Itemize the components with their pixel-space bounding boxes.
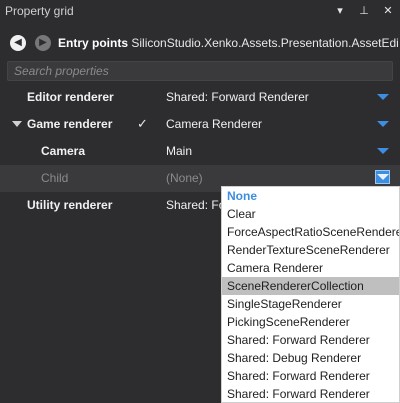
panel-title: Property grid: [5, 4, 74, 18]
property-label: Game renderer: [27, 117, 113, 131]
back-arrow-icon: ◀: [14, 37, 22, 48]
search-input[interactable]: [8, 62, 392, 80]
dropdown-arrow-icon[interactable]: [376, 145, 390, 157]
panel-titlebar: Property grid ▾ ⊥ ✕: [0, 0, 400, 22]
breadcrumb-path: SiliconStudio.Xenko.Assets.Presentation.…: [131, 36, 398, 50]
breadcrumb: Entry points SiliconStudio.Xenko.Assets.…: [58, 36, 398, 50]
property-value[interactable]: (None): [166, 171, 203, 185]
dropdown-option[interactable]: RenderTextureSceneRenderer: [222, 241, 399, 259]
dropdown-arrow-icon[interactable]: [375, 170, 390, 184]
property-label: Utility renderer: [27, 198, 113, 212]
property-value[interactable]: Main: [166, 144, 192, 158]
dropdown-arrow-icon[interactable]: [376, 118, 390, 130]
back-button[interactable]: ◀: [10, 35, 26, 51]
chevron-down-icon[interactable]: ▾: [334, 3, 346, 19]
renderer-dropdown-list: None Clear ForceAspectRatioSceneRenderer…: [221, 186, 400, 403]
expander-icon[interactable]: [12, 121, 22, 127]
dropdown-option[interactable]: Shared: Debug Renderer: [222, 349, 399, 367]
property-value[interactable]: Camera Renderer: [166, 117, 262, 131]
dropdown-option[interactable]: SceneRendererCollection: [222, 277, 399, 295]
enabled-checkbox[interactable]: ✓: [137, 117, 148, 131]
forward-button[interactable]: ▶: [35, 35, 51, 51]
property-label: Camera: [41, 144, 86, 158]
dropdown-option[interactable]: ForceAspectRatioSceneRenderer: [222, 223, 399, 241]
dropdown-option[interactable]: Clear: [222, 205, 399, 223]
property-row-editor-renderer: Editor renderer Shared: Forward Renderer: [0, 84, 400, 111]
dropdown-option[interactable]: Shared: Forward Renderer: [222, 331, 399, 349]
dropdown-option[interactable]: PickingSceneRenderer: [222, 313, 399, 331]
dropdown-option[interactable]: Camera Renderer: [222, 259, 399, 277]
property-label: Child: [41, 171, 69, 185]
search-box: [7, 61, 393, 81]
property-label: Editor renderer: [27, 90, 114, 104]
property-value[interactable]: Shared: Fo: [166, 198, 225, 212]
dropdown-option[interactable]: Shared: Forward Renderer: [222, 367, 399, 385]
navigation-bar: ◀ ▶ Entry points SiliconStudio.Xenko.Ass…: [0, 29, 400, 57]
breadcrumb-root[interactable]: Entry points: [58, 36, 128, 50]
dropdown-option[interactable]: None: [222, 187, 399, 205]
property-row-game-renderer: Game renderer ✓ Camera Renderer: [0, 111, 400, 138]
dropdown-arrow-icon[interactable]: [376, 91, 390, 103]
window-controls: ▾ ⊥ ✕: [334, 3, 394, 19]
close-icon[interactable]: ✕: [382, 3, 394, 19]
property-value[interactable]: Shared: Forward Renderer: [166, 90, 309, 104]
forward-arrow-icon: ▶: [39, 37, 47, 48]
property-row-camera: Camera Main: [0, 138, 400, 165]
dropdown-option[interactable]: Shared: Forward Renderer: [222, 385, 399, 402]
dropdown-option[interactable]: SingleStageRenderer: [222, 295, 399, 313]
pin-icon[interactable]: ⊥: [358, 3, 370, 19]
